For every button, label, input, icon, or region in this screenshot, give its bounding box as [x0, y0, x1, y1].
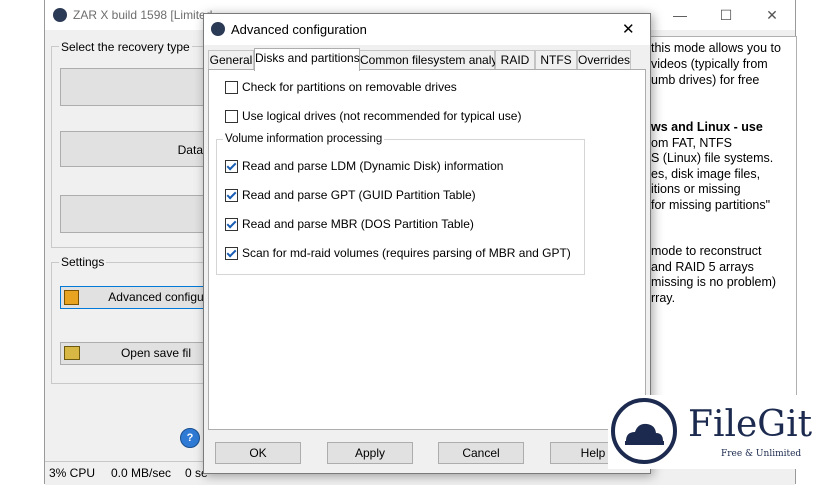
- help-line: es, disk image files,: [651, 167, 761, 181]
- help-line: mode to reconstruct: [651, 244, 762, 258]
- checkbox-label: Read and parse MBR (DOS Partition Table): [242, 217, 474, 231]
- recovery-option-button-3[interactable]: [60, 195, 212, 233]
- cpu-status: 3% CPU: [49, 466, 96, 480]
- checkbox-label: Read and parse GPT (GUID Partition Table…: [242, 188, 476, 202]
- help-line: S (Linux) file systems.: [651, 151, 774, 165]
- help-line: umb drives) for free: [651, 73, 760, 87]
- checkbox-box[interactable]: [225, 247, 238, 260]
- dialog-close-icon[interactable]: ✕: [622, 20, 635, 38]
- checkbox-box[interactable]: [225, 81, 238, 94]
- minimize-icon[interactable]: —: [657, 0, 703, 30]
- volume-group-label: Volume information processing: [223, 133, 385, 145]
- checkbox-box[interactable]: [225, 110, 238, 123]
- checkbox-label: Read and parse LDM (Dynamic Disk) inform…: [242, 159, 504, 173]
- advanced-configuration-button[interactable]: Advanced configu: [60, 286, 212, 309]
- data-recovery-label: Data: [177, 143, 203, 157]
- checkbox-label: Scan for md-raid volumes (requires parsi…: [242, 246, 571, 260]
- help-line: this mode allows you to: [651, 41, 781, 55]
- disks-partitions-panel: Check for partitions on removable drives…: [208, 69, 646, 430]
- filegit-logo-icon: [611, 398, 677, 464]
- help-line: om FAT, NTFS: [651, 136, 733, 150]
- chip-icon: [64, 290, 79, 305]
- recovery-option-button-1[interactable]: [60, 68, 212, 106]
- dialog-title-bar: Advanced configuration ✕: [204, 14, 650, 45]
- filegit-brand: FileGit: [688, 404, 813, 445]
- maximize-icon[interactable]: ☐: [703, 0, 749, 30]
- speed-status: 0.0 MB/sec: [111, 466, 172, 480]
- help-line: videos (typically from: [651, 57, 768, 71]
- tab-general[interactable]: General: [208, 50, 254, 70]
- checkbox-box[interactable]: [225, 160, 238, 173]
- advanced-configuration-dialog: Advanced configuration ✕ General Disks a…: [203, 13, 651, 474]
- open-save-label: Open save fil: [120, 346, 192, 360]
- help-line: for missing partitions": [651, 198, 771, 212]
- tab-overrides[interactable]: Overrides: [577, 50, 631, 70]
- settings-group-label: Settings: [59, 255, 107, 269]
- checkbox-label: Check for partitions on removable drives: [242, 80, 457, 94]
- tab-disks-and-partitions[interactable]: Disks and partitions: [254, 48, 360, 71]
- checkbox-box[interactable]: [225, 218, 238, 231]
- help-line: and RAID 5 arrays: [651, 260, 754, 274]
- ok-button[interactable]: OK: [215, 442, 301, 464]
- apply-button[interactable]: Apply: [327, 442, 413, 464]
- app-icon: [53, 8, 67, 22]
- data-recovery-button[interactable]: Data: [60, 131, 210, 167]
- settings-group: [51, 262, 223, 384]
- tab-common-filesystem-analysis[interactable]: Common filesystem analysis: [359, 50, 512, 70]
- help-description-panel: this mode allows you to videos (typicall…: [650, 36, 797, 448]
- filegit-tagline: Free & Unlimited: [721, 449, 802, 459]
- help-line: ws and Linux - use: [651, 120, 763, 134]
- cancel-button[interactable]: Cancel: [438, 442, 524, 464]
- folder-icon: [64, 346, 80, 360]
- close-icon[interactable]: ✕: [749, 0, 795, 30]
- help-icon[interactable]: ?: [180, 428, 200, 448]
- filegit-watermark: FileGit Free & Unlimited: [608, 395, 827, 469]
- tab-ntfs[interactable]: NTFS: [535, 50, 577, 70]
- tab-raid[interactable]: RAID: [495, 50, 535, 70]
- main-window-title: ZAR X build 1598 [Limited: [73, 8, 213, 22]
- advanced-button-label: Advanced configu: [108, 290, 204, 304]
- open-save-file-button[interactable]: Open save fil: [60, 342, 212, 365]
- dialog-title: Advanced configuration: [231, 22, 367, 37]
- checkbox-label: Use logical drives (not recommended for …: [242, 109, 522, 123]
- help-line: missing is no problem): [651, 275, 777, 289]
- app-icon: [211, 22, 225, 36]
- help-line: itions or missing: [651, 182, 741, 196]
- checkbox-box[interactable]: [225, 189, 238, 202]
- recovery-group-label: Select the recovery type: [59, 40, 192, 54]
- help-line: rray.: [651, 291, 676, 305]
